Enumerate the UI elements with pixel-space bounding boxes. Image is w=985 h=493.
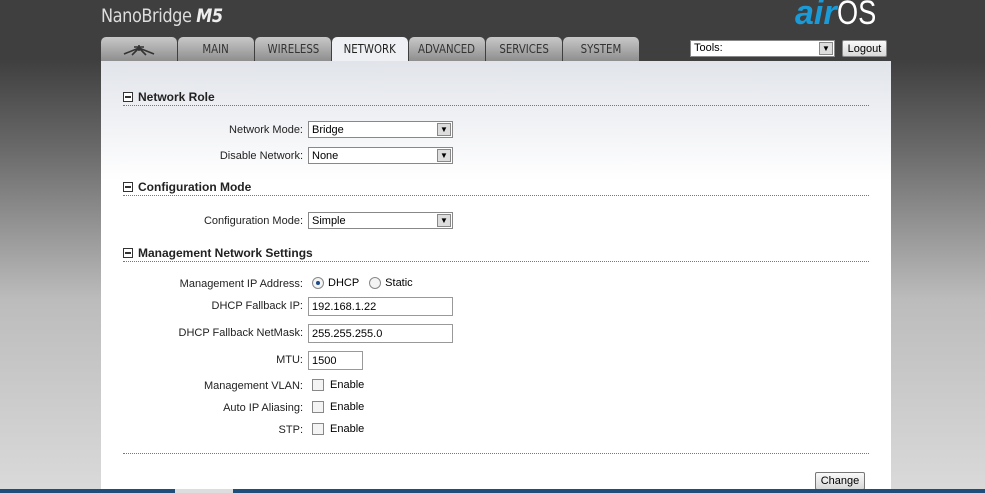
configuration-mode-select[interactable]: Simple ▼ [308,212,453,229]
field-label: Management VLAN: [203,380,303,392]
radio-label: Static [385,277,413,290]
tab-advanced[interactable]: ADVANCED [409,37,485,61]
collapse-icon[interactable] [123,92,133,102]
tab-label: MAIN [202,42,230,56]
chevron-down-icon: ▼ [437,214,451,227]
tab-label: SERVICES [499,42,549,56]
logo-os: OS [836,0,876,32]
disable-network-row: Disable Network: None ▼ [101,147,891,165]
section-title: Management Network Settings [138,246,313,260]
tab-label: SYSTEM [580,42,622,56]
fallback-netmask-input[interactable] [308,324,453,343]
field-label: STP: [278,424,303,436]
static-radio[interactable] [369,277,382,290]
tab-label: WIRELESS [267,42,319,56]
select-value: Bridge [312,124,344,136]
field-label: Network Mode: [229,124,303,136]
mtu-input[interactable] [308,351,363,370]
tools-value: Tools: [694,42,723,54]
tools-select[interactable]: Tools: ▼ [690,40,835,57]
field-label: Configuration Mode: [203,215,303,227]
tab-services[interactable]: SERVICES [486,37,562,61]
field-label: DHCP Fallback IP: [211,300,304,312]
section-configuration-mode[interactable]: Configuration Mode [123,180,869,196]
mtu-row: MTU: [101,351,891,370]
tab-network[interactable]: NETWORK [332,37,408,61]
airos-logo: airOS [795,0,886,33]
select-value: None [312,150,339,162]
configuration-mode-row: Configuration Mode: Simple ▼ [101,212,891,230]
tab-wireless[interactable]: WIRELESS [255,37,331,61]
stp-checkbox[interactable] [312,423,324,436]
mgmt-vlan-checkbox[interactable] [312,379,324,392]
model-name: M5 [196,5,223,27]
fallback-ip-row: DHCP Fallback IP: [101,297,891,316]
logout-button[interactable]: Logout [842,40,887,57]
tab-system[interactable]: SYSTEM [563,37,639,61]
network-mode-row: Network Mode: Bridge ▼ [101,121,891,139]
fallback-ip-input[interactable] [308,297,453,316]
field-label: DHCP Fallback NetMask: [178,327,304,339]
tab-ubiquiti[interactable] [101,37,177,61]
logo-air: air [795,0,837,32]
chevron-down-icon: ▼ [437,123,451,136]
product-name: NanoBridge [101,5,192,27]
section-title: Network Role [138,90,215,104]
fallback-netmask-row: DHCP Fallback NetMask: [101,324,891,343]
network-mode-select[interactable]: Bridge ▼ [308,121,453,138]
chevron-down-icon: ▼ [819,42,833,55]
dhcp-radio[interactable] [312,277,324,290]
mgmt-ip-row: Management IP Address: DHCP Static [101,275,891,293]
ubiquiti-logo-icon [123,44,155,56]
radio-label: DHCP [328,277,360,290]
tab-label: ADVANCED [418,42,476,56]
stp-row: STP: Enable [101,421,891,439]
product-title: NanoBridge M5 [101,5,223,27]
section-management-network[interactable]: Management Network Settings [123,246,869,262]
change-button[interactable]: Change [815,472,865,490]
mgmt-vlan-row: Management VLAN: Enable [101,377,891,395]
field-label: Management IP Address: [179,278,303,290]
field-label: Auto IP Aliasing: [223,402,303,414]
divider [123,453,869,454]
checkbox-label: Enable [330,379,365,392]
section-title: Configuration Mode [138,180,252,194]
taskbar-item[interactable] [175,489,233,493]
collapse-icon[interactable] [123,248,133,258]
tab-main[interactable]: MAIN [178,37,254,61]
main-tabs: MAIN WIRELESS NETWORK ADVANCED SERVICES … [101,37,639,61]
taskbar [0,489,985,493]
field-label: Disable Network: [219,150,303,162]
disable-network-select[interactable]: None ▼ [308,147,453,164]
auto-ip-checkbox[interactable] [312,401,324,414]
checkbox-label: Enable [330,423,365,436]
checkbox-label: Enable [330,401,365,414]
content-panel: Network Role Network Mode: Bridge ▼ Disabl… [101,61,891,493]
field-label: MTU: [276,354,303,366]
select-value: Simple [312,215,346,227]
collapse-icon[interactable] [123,182,133,192]
chevron-down-icon: ▼ [437,149,451,162]
auto-ip-row: Auto IP Aliasing: Enable [101,399,891,417]
section-network-role[interactable]: Network Role [123,90,869,106]
tab-label: NETWORK [343,42,397,56]
